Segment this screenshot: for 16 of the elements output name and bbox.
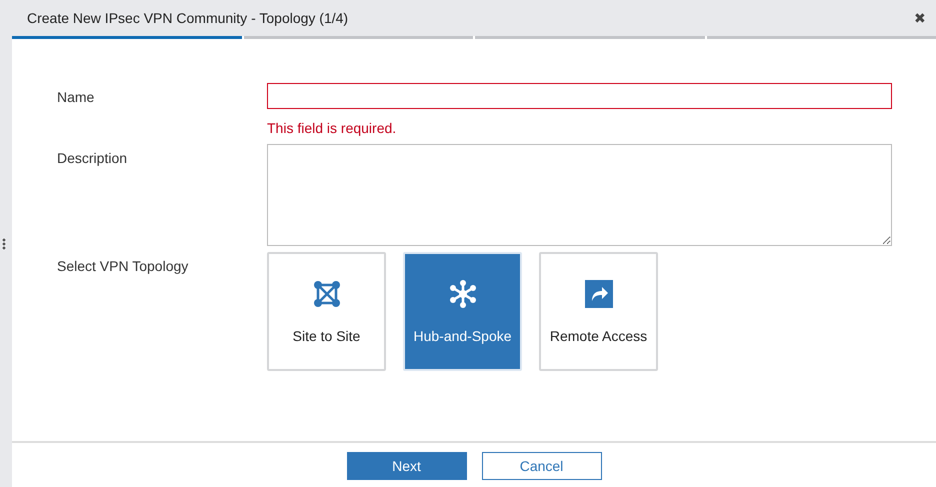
topology-option[interactable]: Site to Site — [267, 252, 386, 371]
field-label: Name — [57, 88, 96, 107]
error-message: This field is required. — [267, 120, 398, 136]
field-label: Select VPN Topology — [57, 257, 190, 276]
next-button[interactable]: Next — [346, 452, 466, 480]
mesh-nodes-icon — [312, 280, 340, 308]
topology-option[interactable]: Hub-and-Spoke — [403, 252, 522, 371]
description-input-field[interactable] — [267, 144, 892, 246]
cancel-button[interactable]: Cancel — [482, 452, 602, 480]
window-title: Create New IPsec VPN Community - Topology (1/4) — [27, 10, 348, 26]
hub-spoke-icon — [448, 280, 476, 308]
close-button[interactable]: ✖ — [914, 10, 926, 26]
name-input-field[interactable] — [267, 83, 892, 109]
topology-option[interactable]: Remote Access — [539, 252, 658, 371]
field-label: Description — [57, 149, 128, 168]
resize-grip-icon[interactable] — [2, 238, 6, 250]
